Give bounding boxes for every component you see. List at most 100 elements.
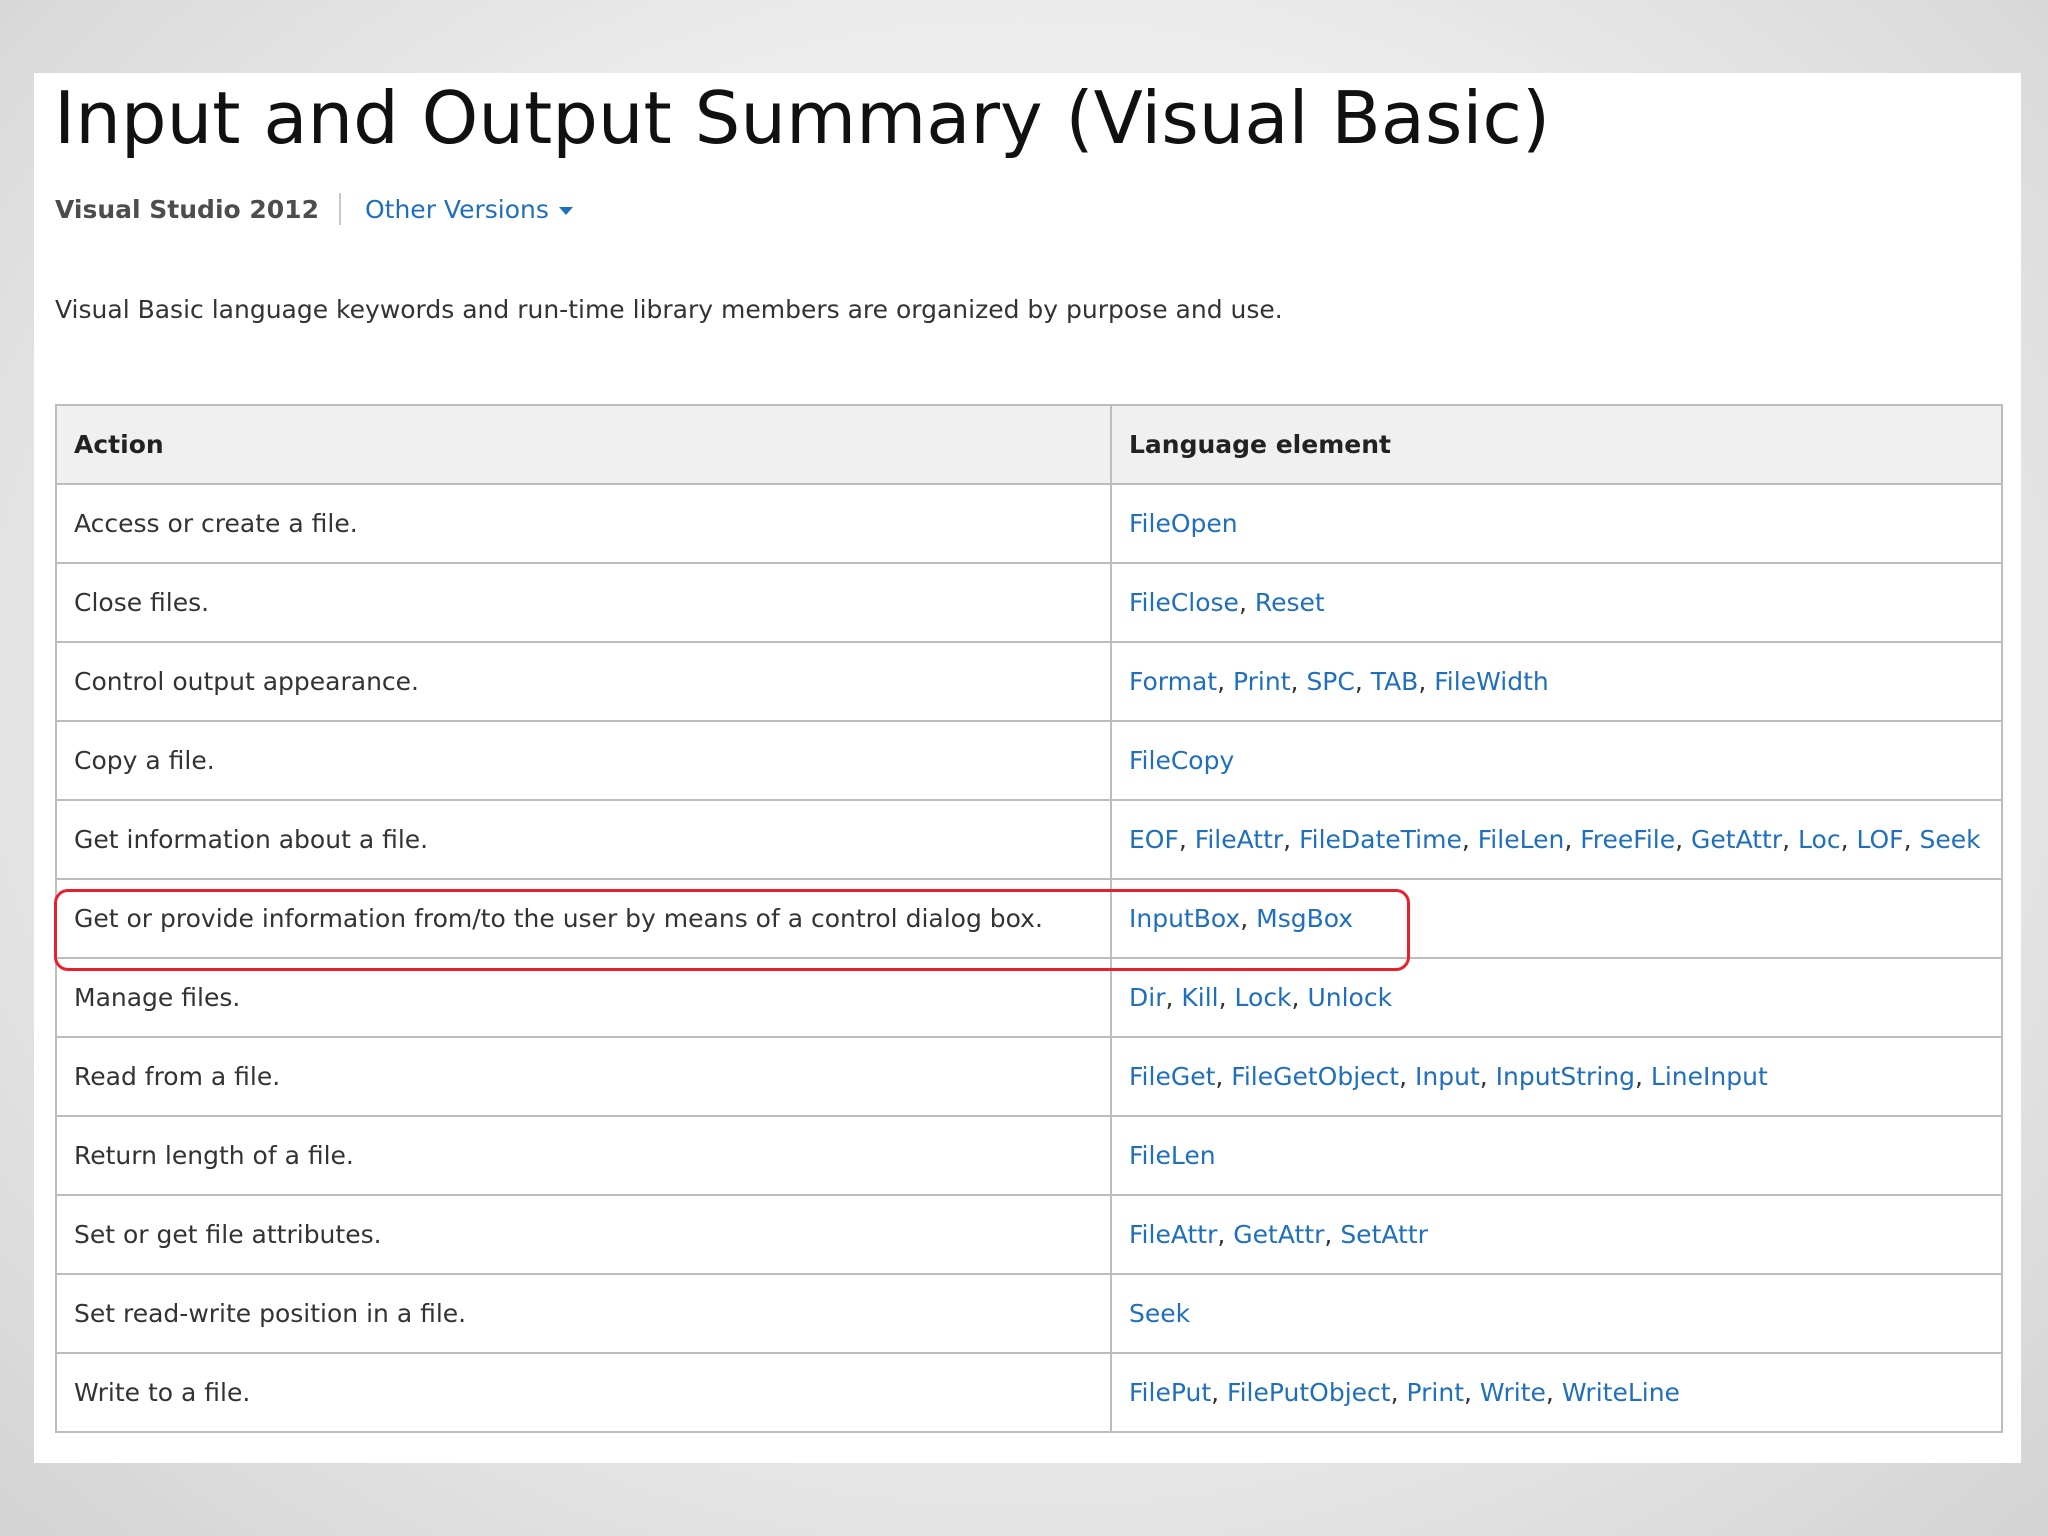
action-cell: Copy a file. — [55, 720, 1112, 801]
separator: , — [1545, 1378, 1562, 1407]
language-element-link[interactable]: Kill — [1181, 983, 1218, 1012]
separator: , — [1782, 825, 1799, 854]
language-element-link[interactable]: FileGet — [1129, 1062, 1215, 1091]
table-row: Get information about a file. EOF, FileAt… — [55, 799, 2003, 880]
language-element-link[interactable]: FilePut — [1129, 1378, 1211, 1407]
separator: , — [1178, 825, 1195, 854]
language-element-link[interactable]: EOF — [1129, 825, 1179, 854]
language-element-link[interactable]: FileAttr — [1195, 825, 1283, 854]
separator: , — [1675, 825, 1692, 854]
separator: , — [1165, 983, 1182, 1012]
separator: , — [1215, 1062, 1232, 1091]
language-element-link[interactable]: GetAttr — [1233, 1220, 1324, 1249]
language-element-link[interactable]: Seek — [1919, 825, 1980, 854]
language-element-link[interactable]: FileClose — [1129, 588, 1239, 617]
language-element-link[interactable]: InputString — [1496, 1062, 1635, 1091]
language-element-link[interactable]: FreeFile — [1580, 825, 1675, 854]
other-versions-label: Other Versions — [364, 194, 549, 224]
action-cell: Get information about a file. — [55, 799, 1112, 880]
language-element-link[interactable]: LineInput — [1651, 1062, 1768, 1091]
language-element-cell: InputBox, MsgBox — [1110, 878, 2003, 959]
language-element-link[interactable]: Input — [1415, 1062, 1480, 1091]
language-element-link[interactable]: Unlock — [1307, 983, 1392, 1012]
language-element-link[interactable]: Print — [1233, 667, 1291, 696]
table-row: Get or provide information from/to the u… — [55, 878, 2003, 959]
language-element-link[interactable]: Dir — [1129, 983, 1165, 1012]
language-element-link[interactable]: TAB — [1371, 667, 1419, 696]
table-row: Manage files. Dir, Kill, Lock, Unlock — [55, 957, 2003, 1038]
language-element-cell: FileOpen — [1110, 483, 2003, 564]
table-row: Return length of a file. FileLen — [55, 1115, 2003, 1196]
language-element-link[interactable]: Seek — [1129, 1299, 1190, 1328]
language-element-link[interactable]: FilePutObject — [1227, 1378, 1391, 1407]
separator: , — [1218, 983, 1235, 1012]
table-row: Read from a file. FileGet, FileGetObject,… — [55, 1036, 2003, 1117]
language-element-link[interactable]: Format — [1129, 667, 1217, 696]
separator: , — [1903, 825, 1920, 854]
other-versions-dropdown[interactable]: Other Versions — [365, 195, 573, 224]
separator: , — [1564, 825, 1581, 854]
table-row: Set or get file attributes. FileAttr, Get… — [55, 1194, 2003, 1275]
language-element-link[interactable]: FileOpen — [1129, 509, 1238, 538]
separator: , — [1283, 825, 1300, 854]
language-element-link[interactable]: Write — [1480, 1378, 1546, 1407]
action-cell: Get or provide information from/to the u… — [55, 878, 1112, 959]
table-row: Control output appearance. Format, Print,… — [55, 641, 2003, 722]
separator: , — [1324, 1220, 1341, 1249]
language-element-link[interactable]: Print — [1406, 1378, 1464, 1407]
separator: , — [1635, 1062, 1651, 1091]
separator: , — [1217, 667, 1234, 696]
table-row: Copy a file. FileCopy — [55, 720, 2003, 801]
action-cell: Manage files. — [55, 957, 1112, 1038]
language-element-link[interactable]: Lock — [1235, 983, 1292, 1012]
action-cell: Set or get file attributes. — [55, 1194, 1112, 1275]
version-bar: Visual Studio 2012 Other Versions — [55, 187, 573, 231]
language-element-cell: FileAttr, GetAttr, SetAttr — [1110, 1194, 2003, 1275]
column-header-action: Action — [55, 404, 1112, 485]
language-element-cell: FileLen — [1110, 1115, 2003, 1196]
separator: , — [1840, 825, 1857, 854]
language-element-link[interactable]: LOF — [1856, 825, 1903, 854]
language-element-link[interactable]: MsgBox — [1256, 904, 1353, 933]
language-element-link[interactable]: InputBox — [1129, 904, 1240, 933]
language-element-cell: EOF, FileAttr, FileDateTime, FileLen, Fr… — [1110, 799, 2003, 880]
separator: , — [1238, 588, 1255, 617]
language-element-link[interactable]: FileWidth — [1434, 667, 1548, 696]
language-element-link[interactable]: FileDateTime — [1299, 825, 1462, 854]
language-element-link[interactable]: Reset — [1255, 588, 1325, 617]
language-element-cell: Seek — [1110, 1273, 2003, 1354]
separator: , — [1217, 1220, 1234, 1249]
language-element-link[interactable]: WriteLine — [1562, 1378, 1680, 1407]
caret-down-icon — [558, 206, 573, 215]
action-cell: Write to a file. — [55, 1352, 1112, 1433]
page-title: Input and Output Summary (Visual Basic) — [54, 76, 1551, 160]
separator: , — [1390, 1378, 1407, 1407]
language-element-cell: FileCopy — [1110, 720, 2003, 801]
table-row: Set read-write position in a file. Seek — [55, 1273, 2003, 1354]
language-element-cell: FilePut, FilePutObject, Print, Write, Wr… — [1110, 1352, 2003, 1433]
language-element-link[interactable]: Loc — [1798, 825, 1841, 854]
column-header-language-element: Language element — [1110, 404, 2003, 485]
language-element-link[interactable]: SetAttr — [1340, 1220, 1428, 1249]
action-cell: Access or create a file. — [55, 483, 1112, 564]
separator: , — [1418, 667, 1435, 696]
table-header-row: Action Language element — [55, 404, 2003, 485]
language-element-link[interactable]: FileGetObject — [1231, 1062, 1399, 1091]
separator: , — [1290, 667, 1307, 696]
summary-table: Action Language element Access or create… — [55, 404, 2003, 1433]
language-element-link[interactable]: GetAttr — [1691, 825, 1782, 854]
separator: , — [1479, 1062, 1496, 1091]
action-cell: Close files. — [55, 562, 1112, 643]
action-cell: Return length of a file. — [55, 1115, 1112, 1196]
language-element-link[interactable]: SPC — [1306, 667, 1354, 696]
language-element-link[interactable]: FileLen — [1478, 825, 1565, 854]
language-element-link[interactable]: FileLen — [1129, 1141, 1216, 1170]
language-element-link[interactable]: FileAttr — [1129, 1220, 1217, 1249]
language-element-cell: FileGet, FileGetObject, Input, InputStri… — [1110, 1036, 2003, 1117]
table-row: Access or create a file. FileOpen — [55, 483, 2003, 564]
language-element-link[interactable]: FileCopy — [1129, 746, 1234, 775]
separator: , — [1399, 1062, 1416, 1091]
language-element-cell: Dir, Kill, Lock, Unlock — [1110, 957, 2003, 1038]
intro-text: Visual Basic language keywords and run-t… — [55, 295, 1283, 324]
action-cell: Read from a file. — [55, 1036, 1112, 1117]
